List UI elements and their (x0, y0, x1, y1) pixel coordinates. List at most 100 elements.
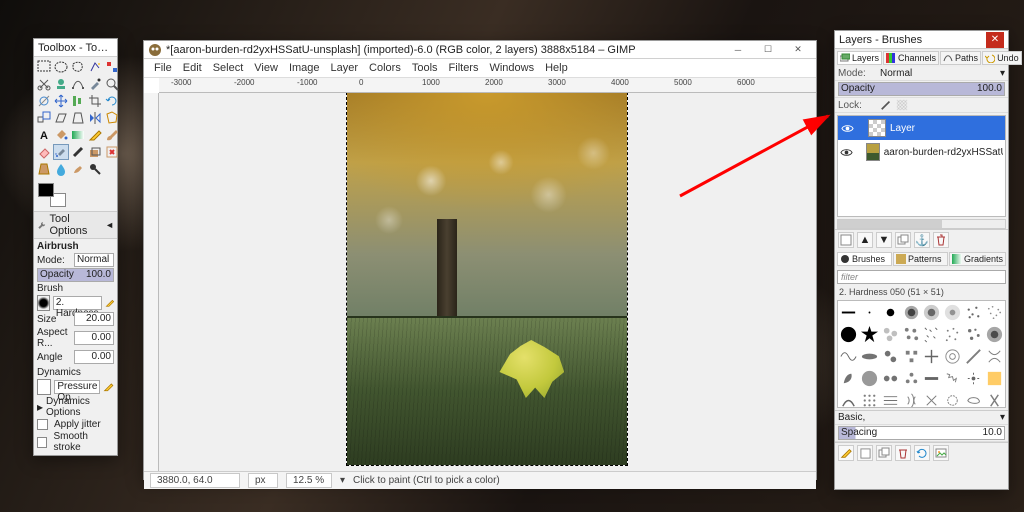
tab-paths[interactable]: Paths (940, 51, 981, 65)
tab-layers[interactable]: Layers (837, 51, 882, 65)
brush-swatch[interactable] (860, 346, 880, 367)
tab-channels[interactable]: Channels (883, 51, 939, 65)
tool-smudge[interactable] (70, 161, 86, 177)
brush-swatch[interactable] (984, 302, 1004, 323)
color-swatches[interactable] (38, 183, 66, 207)
brush-swatch[interactable] (964, 346, 984, 367)
brush-swatch[interactable] (943, 346, 963, 367)
lock-pixels-icon[interactable] (880, 99, 892, 111)
status-unit[interactable]: px (248, 473, 278, 488)
edit-brush-button[interactable] (838, 445, 854, 461)
menu-file[interactable]: File (150, 61, 176, 75)
brush-swatch[interactable] (943, 302, 963, 323)
duplicate-layer-button[interactable] (895, 232, 911, 248)
layer-scrollbar[interactable] (837, 219, 1006, 229)
angle-input[interactable]: 0.00 (74, 350, 114, 364)
brush-swatch[interactable] (964, 390, 984, 408)
brush-swatch[interactable] (984, 346, 1004, 367)
tool-heal[interactable] (104, 144, 120, 160)
open-as-image-button[interactable] (933, 445, 949, 461)
dynamics-preview[interactable] (37, 379, 51, 395)
brush-swatch[interactable] (860, 390, 880, 408)
dynamics-name[interactable]: Pressure Op (54, 380, 100, 394)
new-brush-button[interactable] (857, 445, 873, 461)
tool-pencil[interactable] (87, 127, 103, 143)
visibility-icon[interactable] (840, 145, 853, 159)
tab-undo[interactable]: Undo (982, 51, 1022, 65)
tool-fuzzy-select[interactable] (87, 59, 103, 75)
brush-swatch[interactable] (922, 368, 942, 389)
brush-preview[interactable] (37, 295, 50, 311)
tool-airbrush[interactable] (53, 144, 69, 160)
menu-filters[interactable]: Filters (445, 61, 483, 75)
spacing-slider[interactable]: Spacing10.0 (838, 426, 1005, 440)
minimize-button[interactable]: ─ (724, 42, 752, 58)
brush-swatch[interactable] (984, 324, 1004, 345)
maximize-button[interactable]: ☐ (754, 42, 782, 58)
opacity-slider[interactable]: Opacity 100.0 (37, 268, 114, 282)
layer-row[interactable]: aaron-burden-rd2yxHSSatU-unspla (838, 140, 1005, 164)
tool-move[interactable] (53, 93, 69, 109)
brush-swatch[interactable] (943, 390, 963, 408)
tool-eraser[interactable] (36, 144, 52, 160)
brush-swatch[interactable] (922, 346, 942, 367)
fg-color-swatch[interactable] (38, 183, 54, 197)
status-zoom[interactable]: 12.5 % (286, 473, 332, 488)
tool-options-menu-icon[interactable]: ◄ (105, 220, 114, 230)
brush-filter-input[interactable]: filter (837, 270, 1006, 284)
brush-swatch[interactable] (881, 390, 901, 408)
tool-foreground-select[interactable] (53, 76, 69, 92)
brush-swatch[interactable] (901, 368, 921, 389)
visibility-icon[interactable] (840, 121, 854, 135)
brush-swatch[interactable] (964, 368, 984, 389)
brush-swatch[interactable] (901, 324, 921, 345)
aspect-input[interactable]: 0.00 (74, 331, 114, 345)
brush-swatch[interactable] (860, 368, 880, 389)
brush-swatch[interactable] (839, 390, 859, 408)
tool-blur[interactable] (53, 161, 69, 177)
brush-swatch[interactable] (901, 346, 921, 367)
tab-gradients[interactable]: Gradients (949, 252, 1006, 266)
brush-swatch[interactable] (964, 302, 984, 323)
tool-zoom[interactable] (104, 76, 120, 92)
anchor-layer-button[interactable]: ⚓ (914, 232, 930, 248)
tool-ellipse-select[interactable] (53, 59, 69, 75)
brush-swatch[interactable] (860, 302, 880, 323)
brush-swatch[interactable] (839, 302, 859, 323)
jitter-checkbox[interactable] (37, 419, 48, 430)
brush-name[interactable]: 2. Hardness (53, 296, 102, 310)
tool-perspective-clone[interactable] (36, 161, 52, 177)
brush-swatch[interactable] (881, 302, 901, 323)
smooth-checkbox[interactable] (37, 437, 47, 448)
brush-swatch[interactable] (901, 390, 921, 408)
menu-help[interactable]: Help (541, 61, 572, 75)
brush-swatch[interactable] (984, 368, 1004, 389)
menu-windows[interactable]: Windows (485, 61, 538, 75)
duplicate-brush-button[interactable] (876, 445, 892, 461)
tool-paths[interactable] (70, 76, 86, 92)
lock-alpha-icon[interactable] (896, 99, 908, 111)
tool-clone[interactable] (87, 144, 103, 160)
brush-swatch[interactable] (860, 324, 880, 345)
image-titlebar[interactable]: *[aaron-burden-rd2yxHSSatU-unsplash] (im… (144, 41, 816, 59)
close-button[interactable]: ✕ (784, 42, 812, 58)
layer-mode-select[interactable]: Normal (880, 68, 1000, 79)
brush-swatch[interactable] (881, 368, 901, 389)
dynamics-edit-icon[interactable] (103, 381, 114, 393)
tool-rotate[interactable] (104, 93, 120, 109)
layer-opacity-slider[interactable]: Opacity100.0 (838, 82, 1005, 96)
tool-paintbrush[interactable] (104, 127, 120, 143)
raise-layer-button[interactable]: ▲ (857, 232, 873, 248)
tool-scale[interactable] (36, 110, 52, 126)
tool-rect-select[interactable] (36, 59, 52, 75)
tool-flip[interactable] (87, 110, 103, 126)
menu-select[interactable]: Select (209, 61, 248, 75)
tab-brushes[interactable]: Brushes (837, 252, 892, 266)
tool-crop[interactable] (87, 93, 103, 109)
menu-colors[interactable]: Colors (365, 61, 405, 75)
menu-tools[interactable]: Tools (408, 61, 442, 75)
tool-align[interactable] (70, 93, 86, 109)
canvas[interactable] (159, 93, 816, 471)
layers-titlebar[interactable]: Layers - Brushes ✕ (835, 31, 1008, 49)
tool-dodge[interactable] (87, 161, 103, 177)
